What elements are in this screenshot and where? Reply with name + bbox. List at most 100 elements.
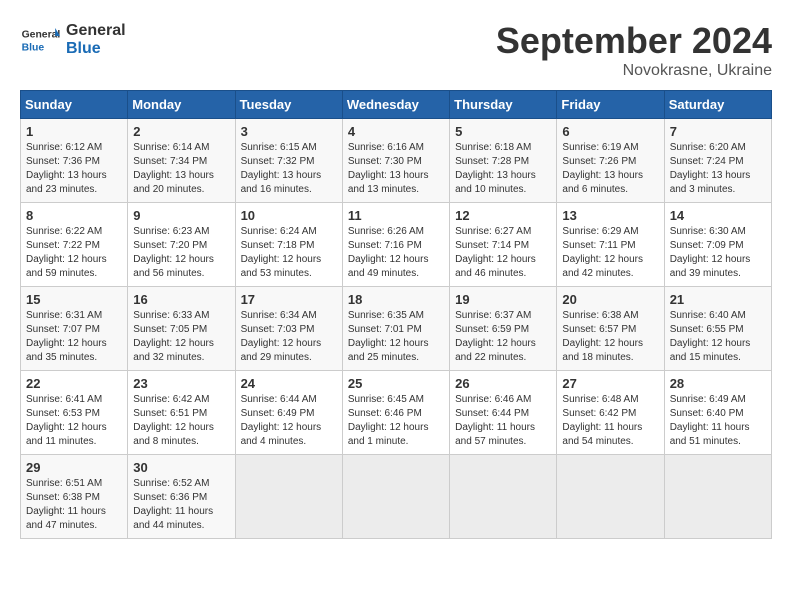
day-number: 19	[455, 292, 551, 307]
calendar-day-cell	[450, 455, 557, 539]
day-number: 10	[241, 208, 337, 223]
page-header: General Blue General Blue September 2024…	[20, 20, 772, 80]
day-info: Sunrise: 6:37 AM Sunset: 6:59 PM Dayligh…	[455, 309, 551, 365]
logo: General Blue General Blue	[20, 20, 126, 60]
calendar-body: 1 Sunrise: 6:12 AM Sunset: 7:36 PM Daylig…	[21, 119, 772, 539]
day-info: Sunrise: 6:15 AM Sunset: 7:32 PM Dayligh…	[241, 141, 337, 197]
calendar-day-cell: 4 Sunrise: 6:16 AM Sunset: 7:30 PM Daylig…	[342, 119, 449, 203]
day-info: Sunrise: 6:22 AM Sunset: 7:22 PM Dayligh…	[26, 225, 122, 281]
month-title: September 2024	[496, 20, 772, 62]
day-number: 18	[348, 292, 444, 307]
calendar-day-cell: 25Sunrise: 6:45 AM Sunset: 6:46 PM Dayli…	[342, 371, 449, 455]
calendar-week-row: 8 Sunrise: 6:22 AM Sunset: 7:22 PM Daylig…	[21, 203, 772, 287]
day-of-week-header: Wednesday	[342, 91, 449, 119]
calendar-day-cell: 7Sunrise: 6:20 AM Sunset: 7:24 PM Daylig…	[664, 119, 771, 203]
calendar-day-cell: 20 Sunrise: 6:38 AM Sunset: 6:57 PM Dayli…	[557, 287, 664, 371]
calendar-day-cell: 16Sunrise: 6:33 AM Sunset: 7:05 PM Dayli…	[128, 287, 235, 371]
calendar-day-cell: 17 Sunrise: 6:34 AM Sunset: 7:03 PM Dayli…	[235, 287, 342, 371]
calendar-table: SundayMondayTuesdayWednesdayThursdayFrid…	[20, 90, 772, 539]
logo-blue-text: Blue	[66, 40, 126, 58]
day-number: 24	[241, 376, 337, 391]
day-info: Sunrise: 6:49 AM Sunset: 6:40 PM Dayligh…	[670, 393, 766, 449]
day-info: Sunrise: 6:30 AM Sunset: 7:09 PM Dayligh…	[670, 225, 766, 281]
day-info: Sunrise: 6:42 AM Sunset: 6:51 PM Dayligh…	[133, 393, 229, 449]
calendar-day-cell	[557, 455, 664, 539]
day-number: 12	[455, 208, 551, 223]
day-number: 11	[348, 208, 444, 223]
calendar-day-cell: 30 Sunrise: 6:52 AM Sunset: 6:36 PM Dayli…	[128, 455, 235, 539]
day-of-week-header: Sunday	[21, 91, 128, 119]
day-number: 4	[348, 124, 444, 139]
day-info: Sunrise: 6:33 AM Sunset: 7:05 PM Dayligh…	[133, 309, 229, 365]
calendar-day-cell: 12 Sunrise: 6:27 AM Sunset: 7:14 PM Dayli…	[450, 203, 557, 287]
calendar-day-cell: 14 Sunrise: 6:30 AM Sunset: 7:09 PM Dayli…	[664, 203, 771, 287]
day-info: Sunrise: 6:31 AM Sunset: 7:07 PM Dayligh…	[26, 309, 122, 365]
calendar-day-cell: 18Sunrise: 6:35 AM Sunset: 7:01 PM Dayli…	[342, 287, 449, 371]
day-info: Sunrise: 6:27 AM Sunset: 7:14 PM Dayligh…	[455, 225, 551, 281]
calendar-day-cell: 2 Sunrise: 6:14 AM Sunset: 7:34 PM Daylig…	[128, 119, 235, 203]
day-number: 15	[26, 292, 122, 307]
day-info: Sunrise: 6:48 AM Sunset: 6:42 PM Dayligh…	[562, 393, 658, 449]
day-number: 17	[241, 292, 337, 307]
calendar-day-cell	[235, 455, 342, 539]
day-of-week-header: Friday	[557, 91, 664, 119]
calendar-week-row: 22Sunrise: 6:41 AM Sunset: 6:53 PM Dayli…	[21, 371, 772, 455]
day-number: 21	[670, 292, 766, 307]
title-block: September 2024 Novokrasne, Ukraine	[496, 20, 772, 80]
day-number: 14	[670, 208, 766, 223]
day-number: 8	[26, 208, 122, 223]
location-subtitle: Novokrasne, Ukraine	[496, 62, 772, 80]
calendar-day-cell: 23Sunrise: 6:42 AM Sunset: 6:51 PM Dayli…	[128, 371, 235, 455]
svg-text:Blue: Blue	[22, 42, 45, 53]
day-number: 26	[455, 376, 551, 391]
day-number: 28	[670, 376, 766, 391]
day-number: 6	[562, 124, 658, 139]
calendar-day-cell: 6 Sunrise: 6:19 AM Sunset: 7:26 PM Daylig…	[557, 119, 664, 203]
calendar-day-cell: 26 Sunrise: 6:46 AM Sunset: 6:44 PM Dayli…	[450, 371, 557, 455]
day-number: 1	[26, 124, 122, 139]
day-info: Sunrise: 6:19 AM Sunset: 7:26 PM Dayligh…	[562, 141, 658, 197]
day-of-week-header: Saturday	[664, 91, 771, 119]
calendar-day-cell: 22Sunrise: 6:41 AM Sunset: 6:53 PM Dayli…	[21, 371, 128, 455]
day-info: Sunrise: 6:29 AM Sunset: 7:11 PM Dayligh…	[562, 225, 658, 281]
day-info: Sunrise: 6:20 AM Sunset: 7:24 PM Dayligh…	[670, 141, 766, 197]
day-info: Sunrise: 6:40 AM Sunset: 6:55 PM Dayligh…	[670, 309, 766, 365]
calendar-day-cell: 19 Sunrise: 6:37 AM Sunset: 6:59 PM Dayli…	[450, 287, 557, 371]
day-number: 5	[455, 124, 551, 139]
svg-text:General: General	[22, 30, 60, 41]
day-number: 3	[241, 124, 337, 139]
calendar-day-cell: 29Sunrise: 6:51 AM Sunset: 6:38 PM Dayli…	[21, 455, 128, 539]
calendar-day-cell: 24 Sunrise: 6:44 AM Sunset: 6:49 PM Dayli…	[235, 371, 342, 455]
day-info: Sunrise: 6:41 AM Sunset: 6:53 PM Dayligh…	[26, 393, 122, 449]
day-number: 13	[562, 208, 658, 223]
day-number: 20	[562, 292, 658, 307]
day-info: Sunrise: 6:52 AM Sunset: 6:36 PM Dayligh…	[133, 477, 229, 533]
day-number: 2	[133, 124, 229, 139]
calendar-day-cell: 11Sunrise: 6:26 AM Sunset: 7:16 PM Dayli…	[342, 203, 449, 287]
logo-icon: General Blue	[20, 20, 60, 60]
calendar-day-cell: 27 Sunrise: 6:48 AM Sunset: 6:42 PM Dayli…	[557, 371, 664, 455]
calendar-day-cell: 8 Sunrise: 6:22 AM Sunset: 7:22 PM Daylig…	[21, 203, 128, 287]
logo-general-text: General	[66, 22, 126, 40]
day-info: Sunrise: 6:45 AM Sunset: 6:46 PM Dayligh…	[348, 393, 444, 449]
day-info: Sunrise: 6:16 AM Sunset: 7:30 PM Dayligh…	[348, 141, 444, 197]
calendar-day-cell: 5Sunrise: 6:18 AM Sunset: 7:28 PM Daylig…	[450, 119, 557, 203]
day-info: Sunrise: 6:34 AM Sunset: 7:03 PM Dayligh…	[241, 309, 337, 365]
calendar-week-row: 15 Sunrise: 6:31 AM Sunset: 7:07 PM Dayli…	[21, 287, 772, 371]
day-info: Sunrise: 6:12 AM Sunset: 7:36 PM Dayligh…	[26, 141, 122, 197]
calendar-day-cell	[342, 455, 449, 539]
day-of-week-header: Thursday	[450, 91, 557, 119]
day-number: 30	[133, 460, 229, 475]
day-number: 27	[562, 376, 658, 391]
calendar-week-row: 29Sunrise: 6:51 AM Sunset: 6:38 PM Dayli…	[21, 455, 772, 539]
day-number: 29	[26, 460, 122, 475]
calendar-day-cell	[664, 455, 771, 539]
calendar-week-row: 1 Sunrise: 6:12 AM Sunset: 7:36 PM Daylig…	[21, 119, 772, 203]
day-info: Sunrise: 6:38 AM Sunset: 6:57 PM Dayligh…	[562, 309, 658, 365]
day-info: Sunrise: 6:46 AM Sunset: 6:44 PM Dayligh…	[455, 393, 551, 449]
day-of-week-header: Tuesday	[235, 91, 342, 119]
day-info: Sunrise: 6:23 AM Sunset: 7:20 PM Dayligh…	[133, 225, 229, 281]
day-info: Sunrise: 6:44 AM Sunset: 6:49 PM Dayligh…	[241, 393, 337, 449]
calendar-day-cell: 15 Sunrise: 6:31 AM Sunset: 7:07 PM Dayli…	[21, 287, 128, 371]
day-info: Sunrise: 6:14 AM Sunset: 7:34 PM Dayligh…	[133, 141, 229, 197]
